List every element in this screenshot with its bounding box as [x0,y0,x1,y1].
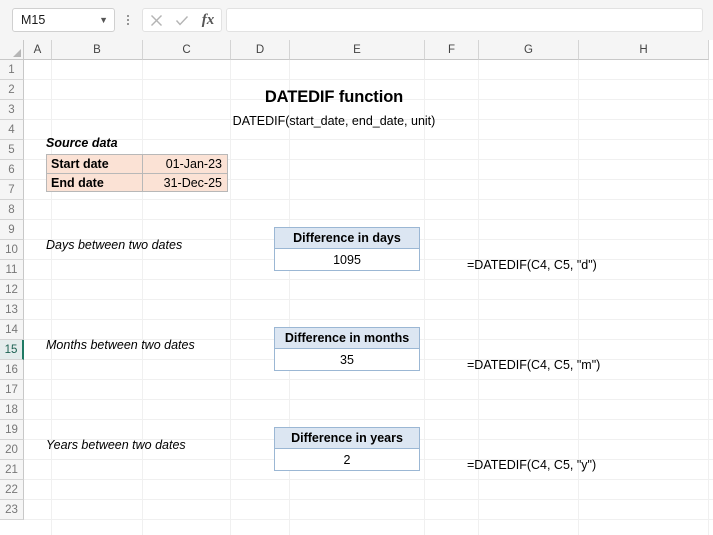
grid-line-vertical [230,60,231,535]
formula-bar: M15 ▼ fx [0,0,713,40]
source-row-start-date[interactable]: Start date 01-Jan-23 [46,154,228,173]
grid-line-horizontal [24,379,713,380]
column-header-f[interactable]: F [425,40,479,60]
grid-line-vertical [708,60,709,535]
grid-line-vertical [142,60,143,535]
cell-area[interactable]: DATEDIF function DATEDIF(start_date, end… [24,60,713,535]
result-box-value: 35 [340,352,354,367]
row-header-5[interactable]: 5 [0,140,24,160]
grid-line-horizontal [24,399,713,400]
result-box-header: Difference in months [275,328,419,349]
row-header-3[interactable]: 3 [0,100,24,120]
kebab-dot [127,19,129,21]
row-header-21[interactable]: 21 [0,460,24,480]
source-row-value: 31-Dec-25 [163,175,222,190]
formula-input[interactable] [226,8,703,32]
result-box-days[interactable]: Difference in days 1095 [274,227,420,271]
grid-line-horizontal [24,79,713,80]
column-header-e[interactable]: E [290,40,425,60]
column-headers: ABCDEFGH [24,40,709,60]
source-row-label: End date [51,175,104,190]
grid-line-horizontal [24,279,713,280]
row-header-17[interactable]: 17 [0,380,24,400]
close-icon[interactable] [143,9,169,31]
description-days: Days between two dates [46,238,183,252]
select-all-triangle-icon [13,49,21,57]
result-box-months[interactable]: Difference in months 35 [274,327,420,371]
row-header-8[interactable]: 8 [0,200,24,220]
column-header-b[interactable]: B [52,40,143,60]
column-header-c[interactable]: C [143,40,231,60]
grid-line-horizontal [24,299,713,300]
row-header-7[interactable]: 7 [0,180,24,200]
source-row-value: 01-Jan-23 [165,157,222,171]
result-box-years[interactable]: Difference in years 2 [274,427,420,471]
description-months: Months between two dates [46,338,195,352]
row-header-23[interactable]: 23 [0,500,24,520]
row-headers: 1 2 3 4 5 6 7 8 9 10 11 12 13 14 15 16 17 18 19 20 21 22 23 [0,60,24,520]
formula-text-months: =DATEDIF(C4, C5, "m") [467,358,601,372]
grid-line-horizontal [24,199,713,200]
row-header-19[interactable]: 19 [0,420,24,440]
row-header-16[interactable]: 16 [0,360,24,380]
grid-line-horizontal [24,499,713,500]
row-header-11[interactable]: 11 [0,260,24,280]
row-header-22[interactable]: 22 [0,480,24,500]
row-header-2[interactable]: 2 [0,80,24,100]
description-years: Years between two dates [46,438,186,452]
source-row-label: Start date [51,157,109,171]
page-title: DATEDIF function [264,88,404,106]
grid-line-horizontal [24,319,713,320]
name-box-value: M15 [21,13,46,27]
result-box-value: 2 [343,452,351,467]
formula-bar-buttons: fx [142,8,222,32]
kebab-dot [127,15,129,17]
row-header-18[interactable]: 18 [0,400,24,420]
result-box-value: 1095 [333,252,361,267]
row-header-13[interactable]: 13 [0,300,24,320]
result-box-header: Difference in days [275,228,419,249]
grid-line-horizontal [24,219,713,220]
row-header-4[interactable]: 4 [0,120,24,140]
more-options-icon[interactable] [119,8,137,32]
grid-line-horizontal [24,519,713,520]
row-header-10[interactable]: 10 [0,240,24,260]
check-icon[interactable] [169,9,195,31]
fx-icon[interactable]: fx [195,9,221,31]
row-header-20[interactable]: 20 [0,440,24,460]
formula-text-days: =DATEDIF(C4, C5, "d") [467,258,597,272]
result-box-header: Difference in years [275,428,419,449]
chevron-down-icon[interactable]: ▼ [99,15,110,25]
row-header-12[interactable]: 12 [0,280,24,300]
row-header-15[interactable]: 15 [0,340,24,360]
row-header-14[interactable]: 14 [0,320,24,340]
grid-line-horizontal [24,139,713,140]
row-header-6[interactable]: 6 [0,160,24,180]
column-header-g[interactable]: G [479,40,579,60]
column-header-a[interactable]: A [24,40,52,60]
column-header-d[interactable]: D [231,40,290,60]
select-all-corner[interactable] [0,40,24,60]
grid-line-horizontal [24,479,713,480]
kebab-dot [127,23,129,25]
name-box[interactable]: M15 ▼ [12,8,115,32]
source-data-label: Source data [46,136,118,150]
grid-line-horizontal [24,419,713,420]
row-header-9[interactable]: 9 [0,220,24,240]
source-row-end-date[interactable]: End date 31-Dec-25 [46,173,228,192]
page-subtitle: DATEDIF(start_date, end_date, unit) [232,114,436,128]
grid-line-vertical [51,60,52,535]
spreadsheet-grid: ABCDEFGH 1 2 3 4 5 6 7 8 9 10 11 12 13 14 15 16 17 18 19 20… [0,40,713,535]
column-header-h[interactable]: H [579,40,709,60]
formula-text-years: =DATEDIF(C4, C5, "y") [467,458,597,472]
source-table-divider [142,154,143,192]
row-header-1[interactable]: 1 [0,60,24,80]
grid-line-vertical [424,60,425,535]
